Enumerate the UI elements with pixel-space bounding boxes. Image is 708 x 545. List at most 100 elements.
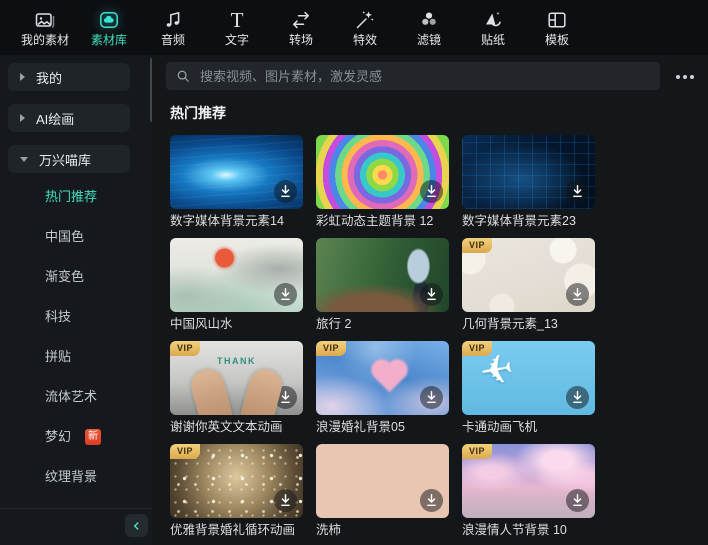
toolbar-item-template[interactable]: 模板	[525, 8, 589, 48]
asset-card[interactable]: 彩虹动态主题背景 12	[316, 135, 449, 229]
heart-cloud-shape	[374, 362, 405, 393]
asset-title: 彩虹动态主题背景 12	[316, 214, 434, 228]
asset-card[interactable]: 中国风山水	[170, 238, 303, 332]
sidebar-item-2[interactable]: 渐变色	[0, 257, 152, 297]
asset-thumbnail[interactable]	[170, 238, 303, 312]
download-button[interactable]	[419, 179, 444, 204]
asset-title: 浪漫婚礼背景05	[316, 420, 405, 434]
asset-thumbnail[interactable]: THANK VIP	[170, 341, 303, 415]
toolbar-item-transition[interactable]: 转场	[269, 8, 333, 48]
asset-thumbnail[interactable]: VIP	[316, 341, 449, 415]
asset-card[interactable]: ✈ VIP 卡通动画飞机	[462, 341, 595, 435]
asset-thumbnail[interactable]	[170, 135, 303, 209]
toolbar-item-audio[interactable]: 音频	[141, 8, 205, 48]
sidebar-item-3[interactable]: 科技	[0, 297, 152, 337]
search-input[interactable]	[198, 67, 650, 85]
sidebar-collapse-button[interactable]	[125, 514, 148, 537]
more-options-button[interactable]	[674, 71, 696, 83]
sidebar-item-label: 中国色	[45, 229, 85, 244]
toolbar-item-filter[interactable]: 滤镜	[397, 8, 461, 48]
download-button[interactable]	[565, 282, 590, 307]
sidebar-item-label: 纹理背景	[45, 469, 98, 484]
asset-title: 中国风山水	[170, 317, 233, 331]
asset-thumbnail[interactable]: VIP	[170, 444, 303, 518]
asset-thumbnail[interactable]: VIP	[462, 444, 595, 518]
effects-icon	[353, 8, 377, 32]
section-title: 热门推荐	[170, 105, 226, 121]
caret-right-icon	[20, 114, 25, 122]
download-button[interactable]	[273, 179, 298, 204]
asset-title: 谢谢你英文文本动画	[170, 420, 283, 434]
asset-thumbnail[interactable]	[316, 444, 449, 518]
asset-title: 旅行 2	[316, 317, 352, 331]
sidebar-item-0[interactable]: 热门推荐	[0, 177, 152, 217]
toolbar-item-label: 我的素材	[20, 32, 69, 47]
asset-card[interactable]: 数字媒体背景元素23	[462, 135, 595, 229]
library-icon	[97, 8, 121, 32]
sidebar-item-label: 拼贴	[45, 349, 72, 364]
asset-title: 浪漫情人节背景 10	[462, 523, 567, 537]
sidebar-group-meow-library[interactable]: 万兴喵库	[8, 145, 130, 173]
my-media-icon	[33, 8, 57, 32]
sidebar-item-1[interactable]: 中国色	[0, 217, 152, 257]
caret-down-icon	[20, 156, 28, 162]
asset-card[interactable]: VIP 几何背景元素_13	[462, 238, 595, 332]
download-button[interactable]	[273, 282, 298, 307]
download-icon	[565, 488, 590, 513]
vip-badge: VIP	[462, 444, 493, 459]
download-button[interactable]	[273, 385, 298, 410]
download-icon	[419, 179, 444, 204]
download-icon	[273, 488, 298, 513]
asset-grid: 数字媒体背景元素14 彩虹动态主题背景 12 数字媒体背景元素23 中国风山水 旅行 2…	[170, 135, 595, 538]
sidebar-group-label: 我的	[36, 70, 63, 86]
sidebar-group-ai-paint[interactable]: AI绘画	[8, 104, 130, 132]
toolbar-item-label: 文字	[224, 32, 249, 47]
toolbar-item-text[interactable]: T 文字	[205, 8, 269, 48]
asset-card[interactable]: 旅行 2	[316, 238, 449, 332]
download-button[interactable]	[419, 385, 444, 410]
toolbar-item-label: 模板	[544, 32, 569, 47]
asset-card[interactable]: 数字媒体背景元素14	[170, 135, 303, 229]
asset-thumbnail[interactable]: VIP	[462, 238, 595, 312]
download-button[interactable]	[419, 282, 444, 307]
sidebar-divider	[0, 508, 152, 509]
sidebar-group-mine[interactable]: 我的	[8, 63, 130, 91]
toolbar-item-my-media[interactable]: 我的素材	[13, 8, 77, 48]
sidebar-item-5[interactable]: 流体艺术	[0, 377, 152, 417]
asset-card[interactable]: VIP 浪漫婚礼背景05	[316, 341, 449, 435]
download-button[interactable]	[419, 488, 444, 513]
download-button[interactable]	[565, 179, 590, 204]
asset-title: 数字媒体背景元素14	[170, 214, 284, 228]
toolbar-item-sticker[interactable]: 贴纸	[461, 8, 525, 48]
download-icon	[419, 385, 444, 410]
sidebar-item-label: 渐变色	[45, 269, 85, 284]
asset-thumbnail[interactable]	[316, 238, 449, 312]
toolbar-item-effects[interactable]: 特效	[333, 8, 397, 48]
chevron-left-icon	[131, 520, 143, 532]
top-toolbar: 我的素材 素材库 音频 T 文字 转场 特效 滤镜 贴纸 模板	[0, 0, 708, 55]
text-icon: T	[230, 7, 244, 32]
download-icon	[273, 282, 298, 307]
asset-card[interactable]: THANK VIP 谢谢你英文文本动画	[170, 341, 303, 435]
asset-card[interactable]: 洗柿	[316, 444, 449, 538]
sidebar-item-6[interactable]: 梦幻新	[0, 417, 152, 457]
download-icon	[565, 385, 590, 410]
toolbar-item-label: 音频	[160, 32, 185, 47]
audio-icon	[161, 8, 185, 32]
asset-card[interactable]: VIP 浪漫情人节背景 10	[462, 444, 595, 538]
sidebar-item-4[interactable]: 拼贴	[0, 337, 152, 377]
asset-thumbnail[interactable]	[462, 135, 595, 209]
asset-thumbnail[interactable]: ✈ VIP	[462, 341, 595, 415]
download-button[interactable]	[565, 488, 590, 513]
vip-badge: VIP	[316, 341, 347, 356]
sidebar-item-7[interactable]: 纹理背景	[0, 457, 152, 497]
download-button[interactable]	[273, 488, 298, 513]
toolbar-item-library[interactable]: 素材库	[77, 8, 141, 48]
download-button[interactable]	[565, 385, 590, 410]
transition-icon	[289, 8, 313, 32]
asset-thumbnail[interactable]	[316, 135, 449, 209]
template-icon	[545, 8, 569, 32]
asset-card[interactable]: VIP 优雅背景婚礼循环动画	[170, 444, 303, 538]
toolbar-item-label: 特效	[352, 32, 377, 47]
filter-icon	[417, 8, 441, 32]
